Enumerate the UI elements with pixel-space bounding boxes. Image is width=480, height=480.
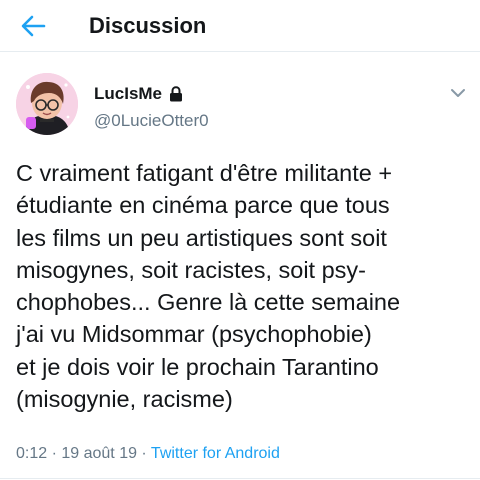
- page-title: Discussion: [89, 13, 207, 38]
- tweet-text-line: (misogynie, racisme): [16, 386, 233, 413]
- tweet-date: 19 août 19: [61, 445, 137, 462]
- chevron-down-icon[interactable]: [449, 86, 467, 100]
- meta-separator: ·: [136, 445, 151, 462]
- avatar[interactable]: [16, 73, 78, 135]
- tweet-source-link[interactable]: Twitter for Android: [151, 445, 280, 462]
- tweet-text-line: les films un peu artistiques sont soit: [16, 224, 387, 251]
- tweet-time: 0:12: [16, 445, 48, 462]
- tweet-text-line: C vraiment fatigant d'être militante +: [16, 160, 393, 186]
- tweet-text-line: misogynes, soit racistes, soit psy-: [16, 256, 366, 283]
- tweet-text-line: chophobes... Genre là cette semaine: [16, 289, 401, 316]
- tweet-text-line: et je dois voir le prochain Tarantino: [16, 353, 379, 380]
- tweet-text-line: j'ai vu Midsommar (psychophobie): [16, 321, 372, 348]
- author-display-name[interactable]: LucIsMe: [94, 84, 162, 104]
- divider: [0, 478, 480, 479]
- tweet-text: C vraiment fatigant d'être militante + é…: [16, 157, 476, 415]
- author-name-row[interactable]: LucIsMe: [94, 83, 183, 105]
- tweet-text-line: étudiante en cinéma parce que tous: [16, 192, 390, 219]
- meta-separator: ·: [47, 445, 62, 462]
- author-handle[interactable]: @0LucieOtter0: [94, 111, 209, 131]
- top-app-bar: Discussion: [0, 0, 480, 52]
- tweet-meta: 0:12 · 19 août 19 · Twitter for Android: [16, 444, 280, 464]
- avatar-illustration: [16, 73, 78, 135]
- lock-icon: [170, 86, 183, 102]
- back-arrow-icon[interactable]: [18, 12, 48, 40]
